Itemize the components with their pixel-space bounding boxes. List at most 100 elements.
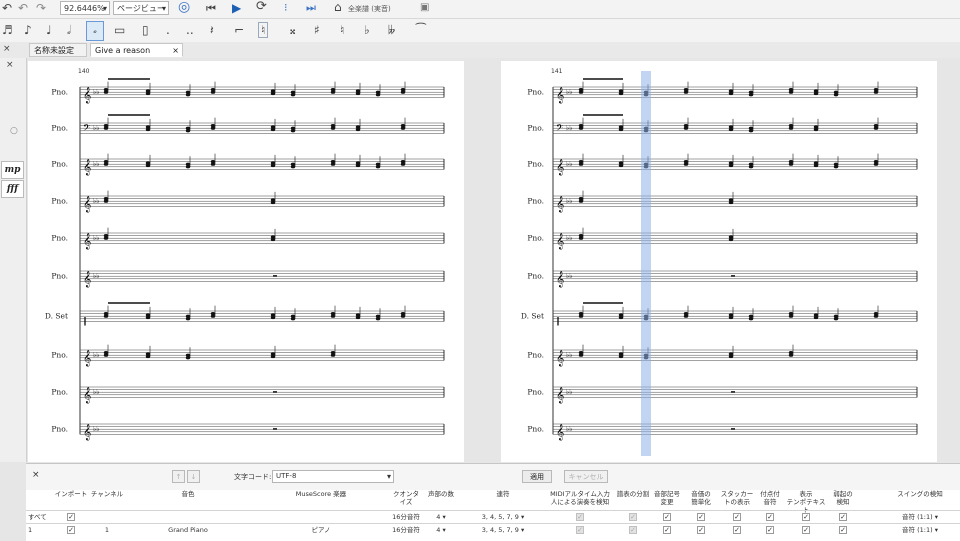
show-staccato-checkbox[interactable]: ✓ <box>733 526 741 534</box>
move-up-button[interactable]: ↑ <box>172 470 185 483</box>
staff-name[interactable]: D. Set <box>45 312 68 321</box>
simplify-durations-checkbox[interactable]: ✓ <box>697 526 705 534</box>
note-group[interactable] <box>731 275 735 277</box>
staff[interactable]: Pno. 𝄞 ♭♭ <box>527 423 918 440</box>
note-group[interactable] <box>578 78 879 97</box>
percussion-clef-icon[interactable]: ‖ <box>556 316 560 325</box>
tuplets-select[interactable]: 3, 4, 5, 7, 9 ▾ <box>462 524 544 536</box>
treble-clef-icon[interactable]: 𝄞 <box>556 87 564 103</box>
note-group[interactable] <box>578 227 734 242</box>
staff-name[interactable]: Pno. <box>527 197 544 206</box>
swing-select[interactable]: 音符 (1:1) ▾ <box>858 524 960 536</box>
percussion-clef-icon[interactable]: ‖ <box>83 316 87 325</box>
play-icon[interactable]: ▶ <box>232 1 241 15</box>
treble-clef-icon[interactable]: 𝄞 <box>556 387 564 403</box>
midi-input-icon[interactable]: ◎ <box>178 0 190 14</box>
staff-name[interactable]: Pno. <box>51 272 68 281</box>
staff-name[interactable]: Pno. <box>527 388 544 397</box>
staff-name[interactable]: Pno. <box>51 351 68 360</box>
bass-clef-icon[interactable]: 𝄢 <box>556 122 563 135</box>
treble-clef-icon[interactable]: 𝄞 <box>556 350 564 366</box>
tuplets-select[interactable]: 3, 4, 5, 7, 9 ▾ <box>462 511 544 523</box>
staff-name[interactable]: Pno. <box>51 425 68 434</box>
staff[interactable]: Pno. 𝄞 ♭♭ <box>527 386 918 403</box>
close-icon[interactable]: × <box>6 58 14 72</box>
staff[interactable]: Pno. 𝄞 ♭♭ <box>51 349 445 366</box>
close-icon[interactable]: × <box>32 470 40 480</box>
note-group[interactable] <box>273 428 277 430</box>
staff[interactable]: Pno. 𝄞 ♭♭ <box>527 195 918 212</box>
staff[interactable]: Pno. 𝄞 ♭♭ <box>527 158 918 175</box>
voice-icon[interactable]: ⌐ <box>234 23 244 37</box>
tab-untitled[interactable]: 名称未設定 <box>29 43 87 57</box>
note-group[interactable] <box>103 78 406 97</box>
split-staff-checkbox[interactable]: ✓ <box>629 526 637 534</box>
staff-name[interactable]: Pno. <box>51 160 68 169</box>
quarter-note-icon[interactable]: ♩ <box>46 23 52 37</box>
undo-icon[interactable]: ↶ <box>2 1 12 15</box>
show-staccato-checkbox[interactable]: ✓ <box>733 513 741 521</box>
close-icon[interactable]: × <box>172 44 179 58</box>
clef-change-checkbox[interactable]: ✓ <box>663 526 671 534</box>
note-group[interactable] <box>103 302 406 321</box>
loop-icon[interactable]: ⟳ <box>256 0 267 14</box>
half-note-icon[interactable]: 𝅗𝅥 <box>67 23 71 37</box>
tab-give-a-reason[interactable]: Give a reason 202002* × <box>90 43 183 69</box>
staff-name[interactable]: Pno. <box>51 234 68 243</box>
pickup-detect-checkbox[interactable]: ✓ <box>839 513 847 521</box>
loop-out-icon[interactable]: ⏭ <box>306 1 316 15</box>
note-group[interactable] <box>273 275 277 277</box>
dotted-notes-checkbox[interactable]: ✓ <box>766 513 774 521</box>
concert-pitch-label[interactable]: 全楽譜 (実音) <box>348 2 391 16</box>
charset-select[interactable]: UTF-8 ▾ <box>272 470 394 483</box>
staff[interactable]: Pno. 𝄞 ♭♭ <box>51 386 445 403</box>
simplify-durations-checkbox[interactable]: ✓ <box>697 513 705 521</box>
staff-name[interactable]: Pno. <box>527 124 544 133</box>
staff-name[interactable]: Pno. <box>51 124 68 133</box>
staff-name[interactable]: Pno. <box>527 351 544 360</box>
note-group[interactable] <box>103 153 406 169</box>
close-icon[interactable]: × <box>3 42 11 56</box>
treble-clef-icon[interactable]: 𝄞 <box>83 424 91 440</box>
tempo-text-checkbox[interactable]: ✓ <box>802 526 810 534</box>
tempo-text-checkbox[interactable]: ✓ <box>802 513 810 521</box>
treble-clef-icon[interactable]: 𝄞 <box>83 271 91 287</box>
staff[interactable]: Pno. 𝄢 ♭♭ <box>527 122 918 135</box>
voices-select[interactable]: 4 ▾ <box>420 511 462 523</box>
dynamic-mp[interactable]: mp <box>1 161 24 179</box>
treble-clef-icon[interactable]: 𝄞 <box>83 350 91 366</box>
staff[interactable]: Pno. 𝄞 ♭♭ <box>51 195 445 212</box>
staff-name[interactable]: Pno. <box>527 425 544 434</box>
move-down-button[interactable]: ↓ <box>187 470 200 483</box>
note-group[interactable] <box>578 344 794 360</box>
note-group[interactable] <box>578 153 879 169</box>
score-page-right[interactable]: 141 Pno. 𝄞 ♭♭ Pno. 𝄢 ♭♭ Pno. 𝄞 ♭♭ Pno. 𝄞 ♭♭ Pno. 𝄞 ♭♭ Pn… <box>501 61 937 462</box>
treble-clef-icon[interactable]: 𝄞 <box>83 196 91 212</box>
double-flat-icon[interactable]: 𝄫 <box>388 23 395 37</box>
bass-clef-icon[interactable]: 𝄢 <box>83 122 90 135</box>
import-checkbox[interactable]: ✓ <box>67 513 75 521</box>
staff[interactable]: Pno. 𝄞 ♭♭ <box>527 349 918 366</box>
flat-icon[interactable]: ♭ <box>364 23 370 37</box>
note-group[interactable] <box>731 428 735 430</box>
double-dot-icon[interactable]: .. <box>186 23 194 37</box>
score-page-left[interactable]: 140 Pno. 𝄞 ♭♭ Pno. 𝄢 ♭♭ Pno. 𝄞 ♭♭ Pno. 𝄞 ♭♭ Pno. 𝄞 ♭♭ Pn… <box>28 61 464 462</box>
whole-note-icon[interactable]: 𝅗 <box>86 21 104 41</box>
staff-name[interactable]: Pno. <box>51 88 68 97</box>
tie-icon[interactable]: ⁀ <box>416 23 426 37</box>
staff-name[interactable]: Pno. <box>527 272 544 281</box>
dotted-notes-checkbox[interactable]: ✓ <box>766 526 774 534</box>
pickup-detect-checkbox[interactable]: ✓ <box>839 526 847 534</box>
staff-name[interactable]: Pno. <box>51 388 68 397</box>
treble-clef-icon[interactable]: 𝄞 <box>556 233 564 249</box>
rest-icon[interactable]: 𝄽 <box>210 23 214 37</box>
staff[interactable]: Pno. 𝄢 ♭♭ <box>51 122 445 135</box>
treble-clef-icon[interactable]: 𝄞 <box>556 271 564 287</box>
staff[interactable]: Pno. 𝄞 ♭♭ <box>51 270 445 287</box>
note-group[interactable] <box>103 227 276 242</box>
augmentation-dot-icon[interactable]: . <box>166 23 170 37</box>
instrument-cell[interactable] <box>250 511 392 523</box>
staff-name[interactable]: Pno. <box>51 197 68 206</box>
swing-select[interactable]: 音符 (1:1) ▾ <box>858 511 960 523</box>
instrument-cell[interactable]: ピアノ <box>250 524 392 536</box>
